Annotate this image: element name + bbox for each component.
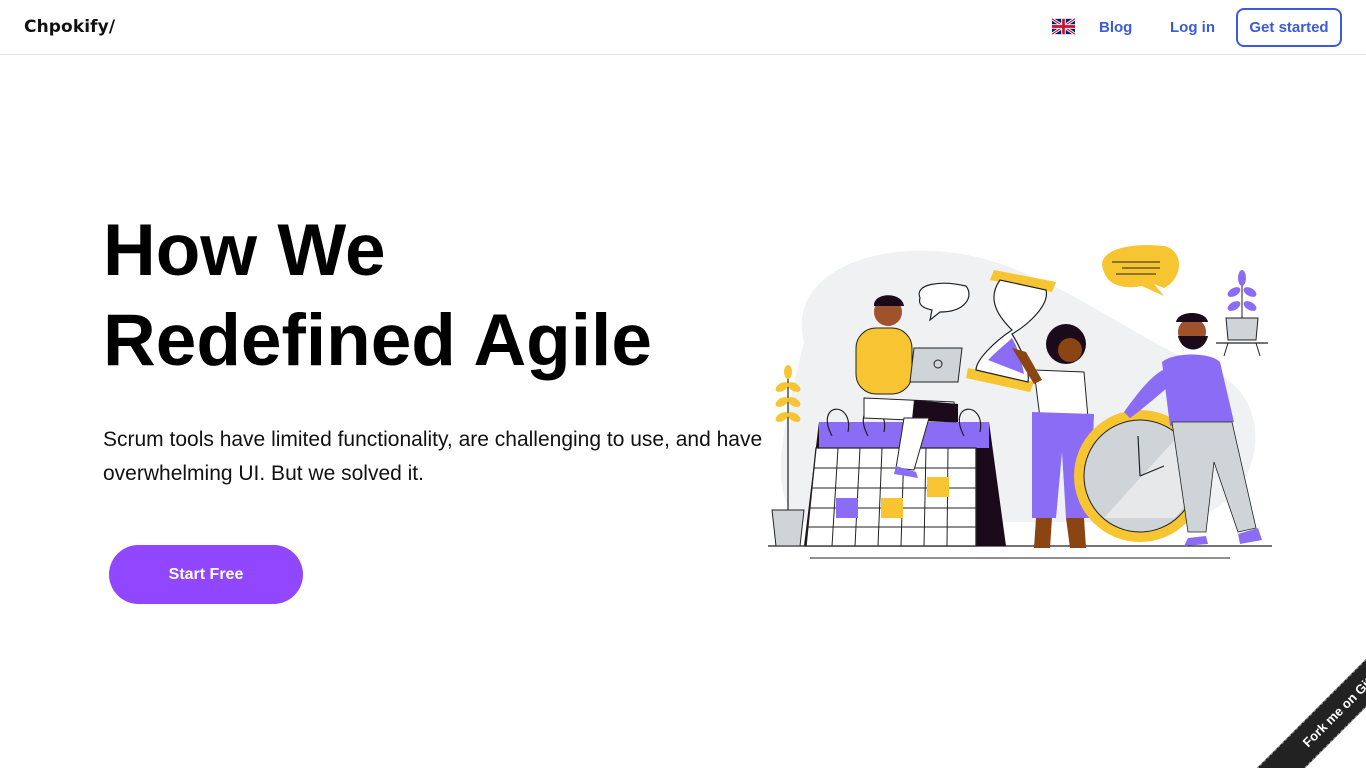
github-ribbon-container: Fork me on GitHub: [1226, 628, 1366, 768]
hero-subtitle: Scrum tools have limited functionality, …: [103, 428, 763, 485]
uk-flag-icon[interactable]: [1052, 18, 1075, 35]
agile-team-illustration: [768, 245, 1272, 559]
get-started-button[interactable]: Get started: [1236, 8, 1342, 47]
hero-title: How We Redefined Agile: [103, 206, 743, 386]
start-free-button[interactable]: Start Free: [109, 545, 303, 604]
top-navigation-bar: Chpokify/ Blog Log in Get started: [0, 0, 1366, 55]
hero-title-line-2: Redefined Agile: [103, 300, 652, 381]
nav-link-login[interactable]: Log in: [1170, 19, 1215, 36]
fork-me-on-github-ribbon[interactable]: Fork me on GitHub: [1256, 628, 1366, 768]
brand-logo[interactable]: Chpokify/: [24, 17, 115, 37]
hero-title-line-1: How We: [103, 210, 386, 291]
nav-link-blog[interactable]: Blog: [1099, 19, 1132, 36]
